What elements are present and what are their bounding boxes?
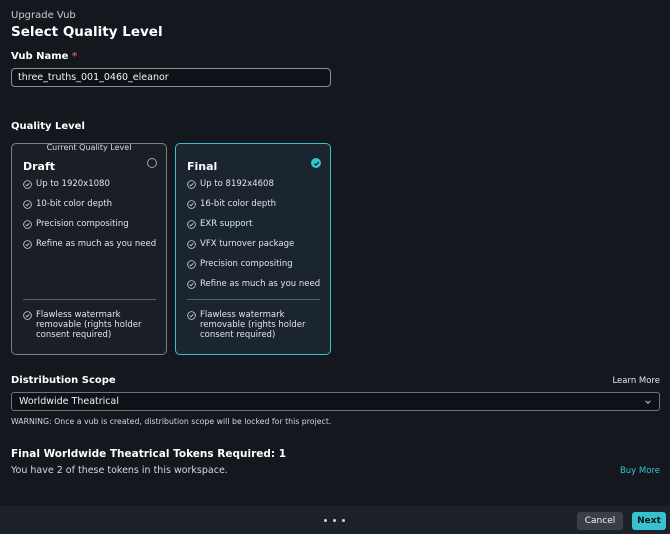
tokens-info: You have 2 of these tokens in this works…	[11, 465, 228, 476]
card-title-final: Final	[187, 160, 218, 173]
feature-text: Up to 8192x4608	[200, 179, 274, 189]
tokens-required-heading: Final Worldwide Theatrical Tokens Requir…	[11, 448, 287, 460]
card-divider	[187, 299, 320, 300]
vub-name-input[interactable]: three_truths_001_0460_eleanor	[11, 68, 331, 87]
check-circle-icon	[187, 219, 196, 229]
radio-draft[interactable]	[147, 158, 157, 168]
check-circle-icon	[187, 310, 196, 320]
step-dot	[324, 519, 327, 522]
dialog-title: Select Quality Level	[11, 24, 163, 40]
footer-bar: Cancel Next	[0, 506, 670, 534]
next-button[interactable]: Next	[632, 512, 666, 530]
feature-text: Precision compositing	[200, 259, 293, 269]
radio-final[interactable]	[311, 158, 321, 168]
required-mark: *	[71, 51, 78, 62]
feature-item: 10-bit color depth	[23, 199, 158, 209]
check-circle-icon	[187, 239, 196, 249]
check-circle-icon	[187, 179, 196, 189]
feature-item: Precision compositing	[187, 259, 322, 269]
quality-level-label: Quality Level	[11, 121, 85, 132]
cancel-button[interactable]: Cancel	[577, 512, 623, 530]
step-dot	[333, 519, 336, 522]
check-circle-icon	[23, 310, 32, 320]
feature-text: 10-bit color depth	[36, 199, 113, 209]
distribution-scope-label: Distribution Scope	[11, 375, 116, 386]
vub-name-label-text: Vub Name	[11, 51, 69, 62]
feature-text: Refine as much as you need	[36, 239, 157, 249]
feature-text: 16-bit color depth	[200, 199, 277, 209]
feature-item: Up to 8192x4608	[187, 179, 322, 189]
card-divider	[23, 299, 156, 300]
check-circle-icon	[23, 199, 32, 209]
feature-text: VFX turnover package	[200, 239, 295, 249]
check-circle-icon	[187, 279, 196, 289]
feature-item-watermark: Flawless watermark removable (rights hol…	[187, 310, 322, 340]
feature-item: Precision compositing	[23, 219, 158, 229]
feature-text: Precision compositing	[36, 219, 129, 229]
distribution-scope-select[interactable]: Worldwide Theatrical	[11, 392, 660, 411]
feature-item-watermark: Flawless watermark removable (rights hol…	[23, 310, 158, 340]
feature-text: Flawless watermark removable (rights hol…	[36, 310, 142, 340]
feature-text: Up to 1920x1080	[36, 179, 110, 189]
feature-text: Flawless watermark removable (rights hol…	[200, 310, 306, 340]
feature-text: EXR support	[200, 219, 253, 229]
feature-item: EXR support	[187, 219, 322, 229]
card-title-draft: Draft	[23, 160, 56, 173]
quality-card-draft[interactable]: Current Quality Level Draft Up to 1920x1…	[11, 143, 167, 355]
vub-name-value: three_truths_001_0460_eleanor	[18, 72, 169, 83]
feature-item: Up to 1920x1080	[23, 179, 158, 189]
feature-item: Refine as much as you need	[23, 239, 158, 249]
distribution-scope-value: Worldwide Theatrical	[19, 396, 119, 407]
quality-card-final[interactable]: Final Up to 8192x4608 16-bit color depth…	[175, 143, 331, 355]
check-circle-icon	[187, 259, 196, 269]
feature-text: Refine as much as you need	[200, 279, 321, 289]
feature-item: Refine as much as you need	[187, 279, 322, 289]
step-dot	[342, 519, 345, 522]
check-circle-icon	[23, 239, 32, 249]
current-quality-tag: Current Quality Level	[46, 143, 132, 152]
check-circle-icon	[23, 179, 32, 189]
buy-more-link[interactable]: Buy More	[620, 466, 660, 476]
vub-name-label: Vub Name *	[11, 51, 660, 62]
feature-item: 16-bit color depth	[187, 199, 322, 209]
check-circle-icon	[23, 219, 32, 229]
dialog-subtitle: Upgrade Vub	[11, 10, 76, 21]
checkmark-icon	[313, 161, 319, 166]
check-circle-icon	[187, 199, 196, 209]
feature-item: VFX turnover package	[187, 239, 322, 249]
learn-more-link[interactable]: Learn More	[612, 376, 660, 386]
chevron-down-icon	[645, 399, 651, 404]
distribution-warning: WARNING: Once a vub is created, distribu…	[11, 417, 332, 426]
